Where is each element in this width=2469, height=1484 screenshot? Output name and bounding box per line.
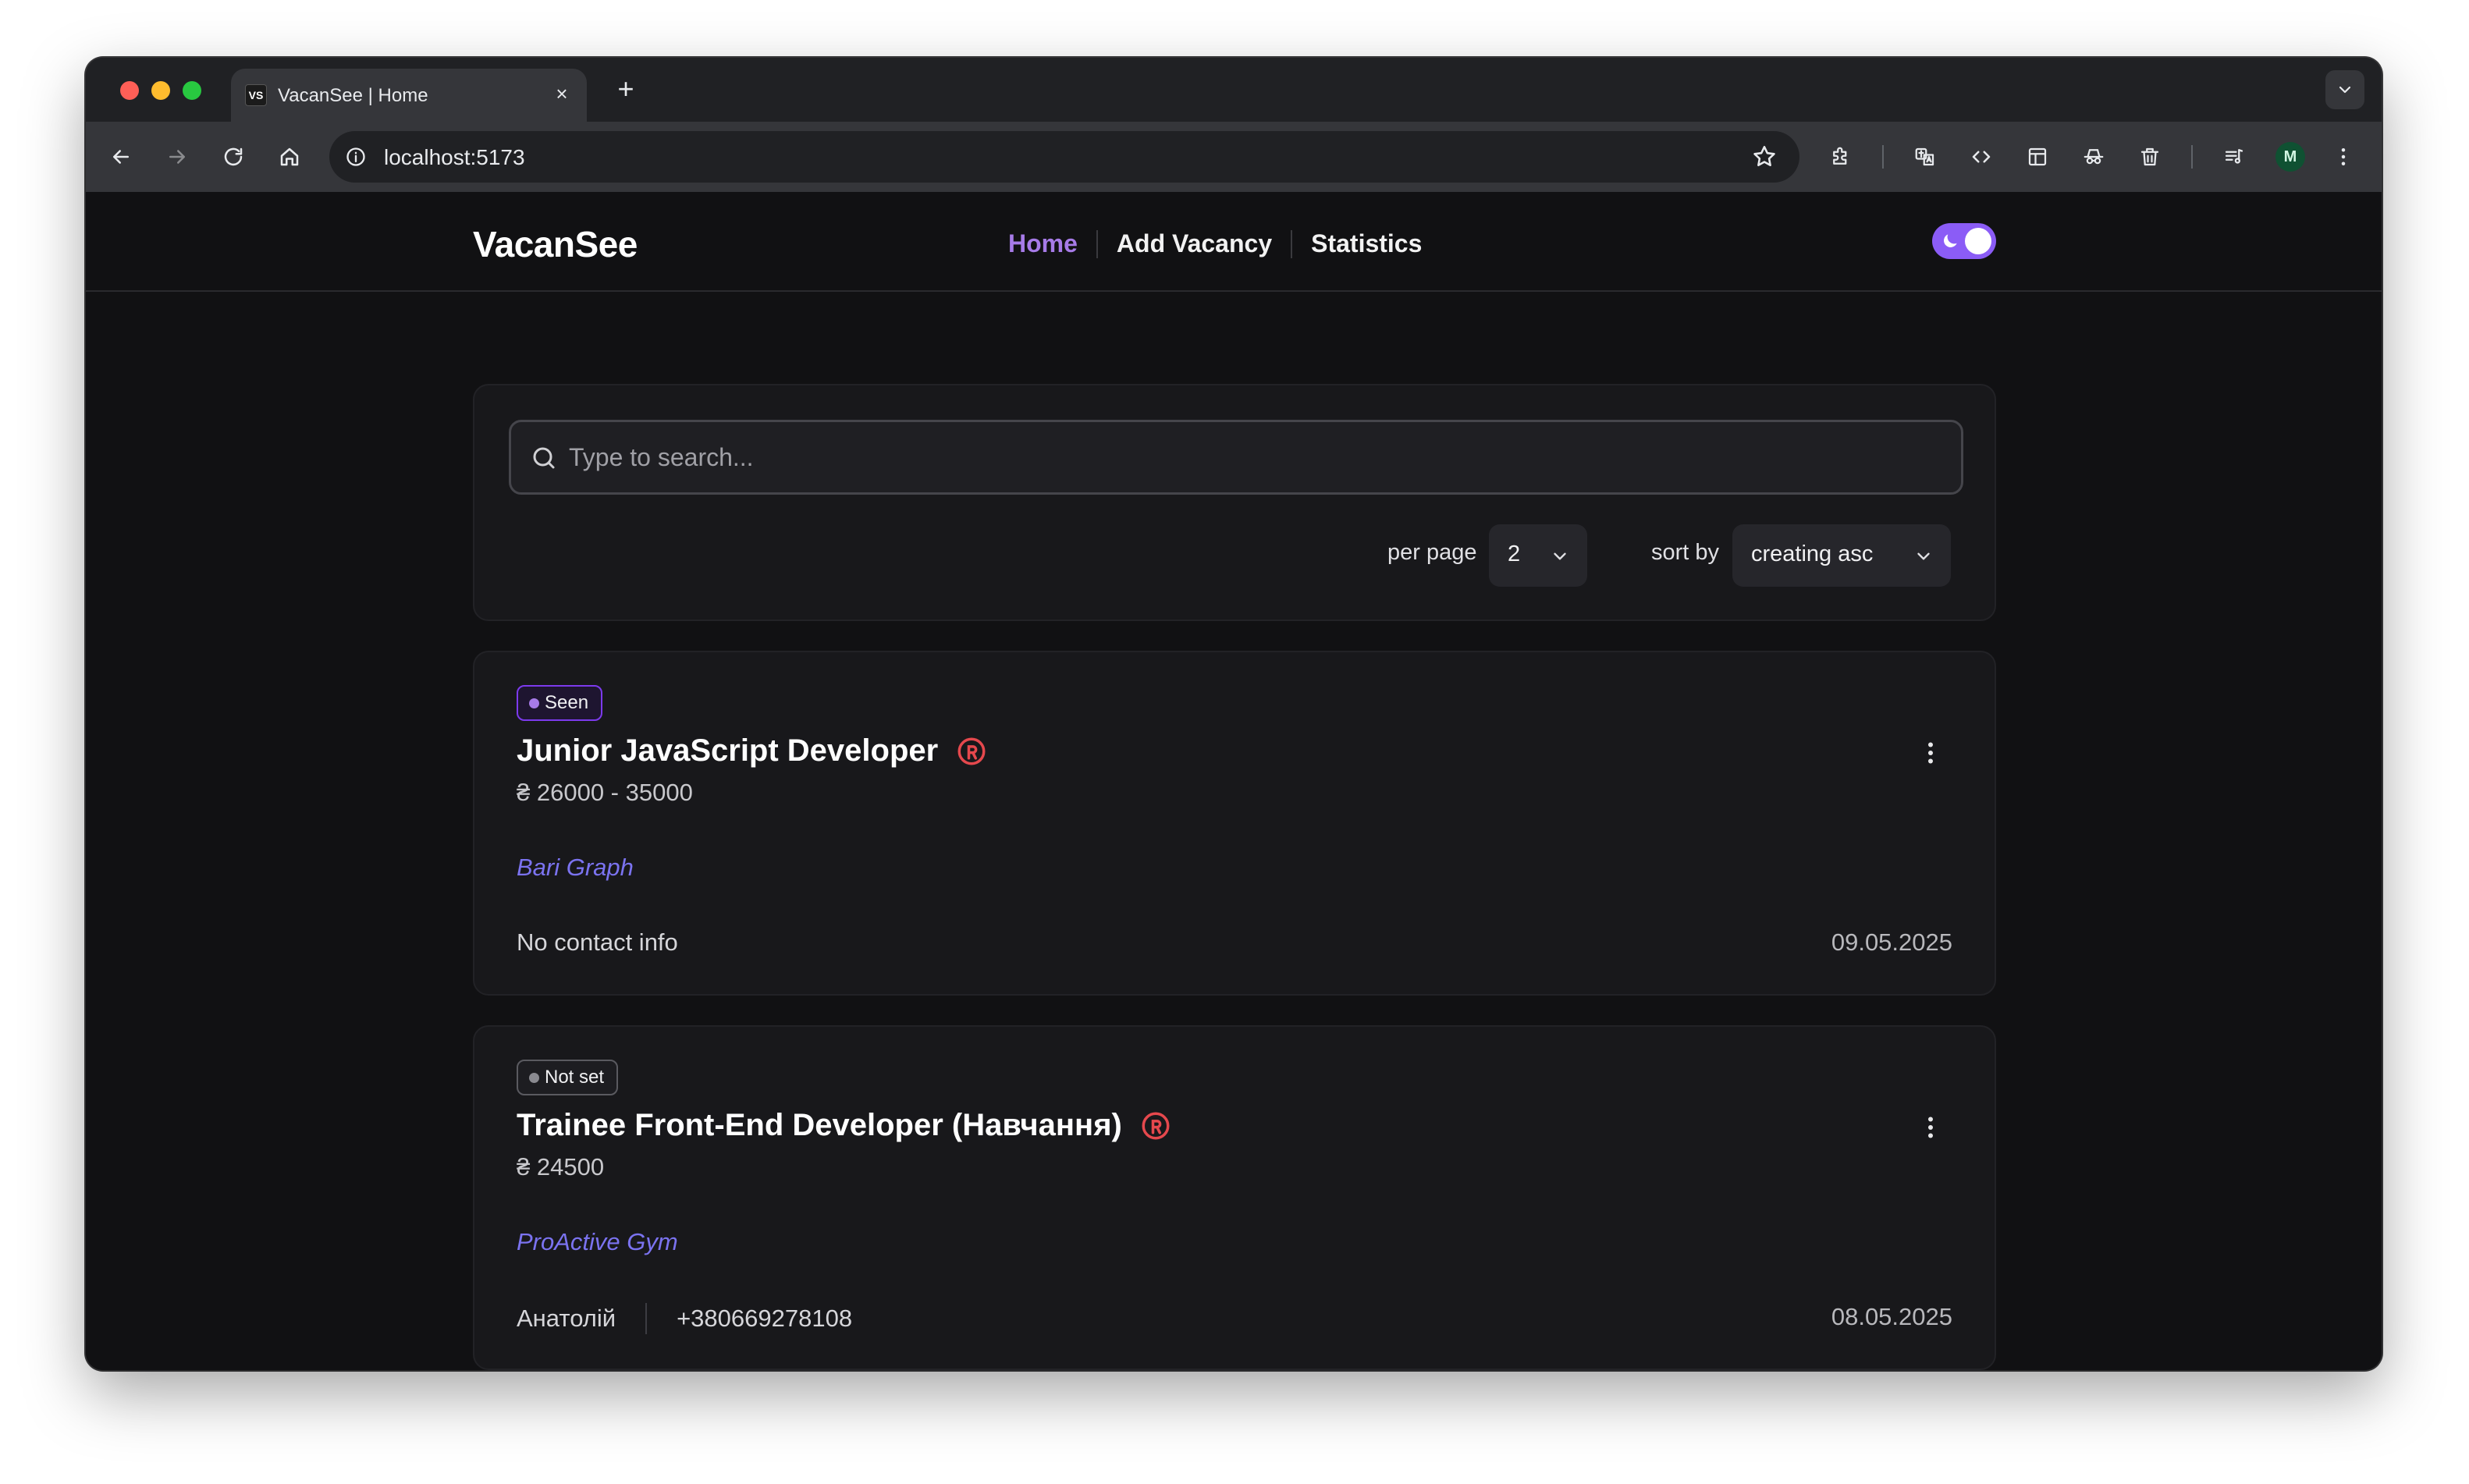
nav-home[interactable]: Home: [989, 229, 1096, 258]
vacancy-card[interactable]: Seen Junior JavaScript Developer ₴ 26000…: [473, 651, 1996, 996]
chevron-down-icon: [2339, 86, 2351, 94]
extensions-button[interactable]: [1823, 139, 1859, 175]
code-icon: [1972, 151, 1991, 163]
more-vertical-icon[interactable]: [1917, 1111, 1945, 1144]
reload-icon: [224, 147, 243, 166]
playlist-icon: [2225, 149, 2243, 164]
home-button[interactable]: [272, 139, 307, 175]
address-bar[interactable]: localhost:5173: [329, 131, 1799, 183]
puzzle-icon: [1833, 147, 1847, 165]
vacancy-salary: ₴ 24500: [517, 1153, 605, 1180]
browser-tab[interactable]: VS VacanSee | Home ×: [231, 69, 587, 122]
brand-logo[interactable]: VacanSee: [473, 223, 638, 265]
sort-select[interactable]: creating asc: [1732, 524, 1951, 587]
search-box: [509, 420, 1963, 495]
translate-icon: [1915, 147, 1934, 166]
toolbar-divider: [1882, 145, 1884, 169]
close-window-button[interactable]: [120, 81, 139, 100]
more-vertical-icon[interactable]: [1917, 737, 1945, 769]
per-page-value: 2: [1508, 541, 1521, 566]
vacancy-title-text[interactable]: Trainee Front-End Developer (Навчання): [517, 1108, 1122, 1143]
sort-value: creating asc: [1751, 541, 1874, 566]
devtools-button[interactable]: [1963, 139, 1999, 175]
contact-divider: [645, 1303, 648, 1334]
vacancy-card[interactable]: Not set Trainee Front-End Developer (Нав…: [473, 1025, 1996, 1370]
vacancy-salary: ₴ 26000 - 35000: [517, 779, 693, 806]
search-input[interactable]: [569, 422, 1942, 492]
arrow-right-icon: [169, 150, 185, 164]
nav-statistics[interactable]: Statistics: [1292, 229, 1441, 258]
contact-name: Анатолій: [517, 1305, 616, 1332]
profile-avatar[interactable]: M: [2275, 142, 2305, 172]
new-tab-button[interactable]: +: [610, 73, 641, 105]
tab-strip: VS VacanSee | Home × +: [86, 58, 2382, 122]
maximize-window-button[interactable]: [183, 81, 201, 100]
reload-button[interactable]: [215, 139, 251, 175]
vacancy-title: Junior JavaScript Developer: [517, 733, 988, 769]
nav-add-vacancy[interactable]: Add Vacancy: [1098, 229, 1291, 258]
browser-window: VS VacanSee | Home × + localhost:5173 M …: [86, 58, 2382, 1370]
chevron-down-icon: [1554, 552, 1566, 560]
per-page-label: per page: [1387, 540, 1477, 565]
chevron-down-icon: [1917, 552, 1930, 560]
contact-text: No contact info: [517, 928, 678, 956]
company-link[interactable]: ProActive Gym: [517, 1228, 678, 1256]
clear-data-button[interactable]: [2132, 139, 2168, 175]
home-icon: [280, 147, 299, 166]
tab-search-button[interactable]: [2325, 70, 2364, 109]
more-vertical-icon: [2341, 148, 2346, 165]
incognito-icon: [2084, 149, 2104, 165]
layout-button[interactable]: [2020, 139, 2055, 175]
status-label: Not set: [545, 1067, 605, 1088]
vacancy-title: Trainee Front-End Developer (Навчання): [517, 1108, 1172, 1143]
main-nav: Home Add Vacancy Statistics: [989, 229, 1441, 258]
contact-phone[interactable]: +380669278108: [677, 1305, 852, 1333]
per-page-select[interactable]: 2: [1489, 524, 1587, 587]
site-info-icon[interactable]: [343, 144, 368, 169]
moon-icon: [1944, 234, 1957, 247]
search-icon: [533, 447, 555, 469]
status-badge[interactable]: Not set: [517, 1060, 619, 1095]
status-dot: [529, 1073, 539, 1083]
back-button[interactable]: [103, 139, 139, 175]
theme-toggle[interactable]: [1932, 223, 1996, 259]
vacancy-date: 08.05.2025: [1831, 1303, 1952, 1330]
url-text: localhost:5173: [384, 145, 525, 169]
page-content: VacanSee Home Add Vacancy Statistics per…: [86, 192, 2382, 1370]
sort-by-label: sort by: [1651, 540, 1720, 565]
vacancy-date: 09.05.2025: [1831, 928, 1952, 956]
close-tab-icon[interactable]: ×: [549, 81, 574, 106]
tab-title: VacanSee | Home: [278, 85, 428, 106]
favicon-icon: VS: [245, 84, 267, 106]
incognito-button[interactable]: [2076, 139, 2112, 175]
contact-info: Анатолій +380669278108: [517, 1303, 852, 1334]
browser-menu-button[interactable]: [2325, 139, 2361, 175]
filter-panel: per page 2 sort by creating asc: [473, 384, 1996, 621]
toolbar-divider: [2191, 145, 2193, 169]
translate-button[interactable]: [1907, 139, 1943, 175]
layout-icon: [2028, 147, 2047, 166]
company-link[interactable]: Bari Graph: [517, 854, 634, 882]
toggle-knob: [1965, 228, 1991, 254]
site-header: VacanSee Home Add Vacancy Statistics: [86, 192, 2382, 292]
contact-info: No contact info: [517, 928, 678, 957]
registered-icon: [1142, 1112, 1170, 1139]
media-button[interactable]: [2216, 139, 2252, 175]
registered-icon: [957, 737, 986, 765]
arrow-left-icon: [113, 150, 129, 164]
forward-button[interactable]: [159, 139, 195, 175]
status-badge[interactable]: Seen: [517, 685, 603, 721]
minimize-window-button[interactable]: [151, 81, 170, 100]
status-label: Seen: [545, 692, 589, 713]
trash-icon: [2140, 147, 2159, 166]
status-dot: [529, 698, 539, 708]
bookmark-star-icon[interactable]: [1751, 144, 1778, 170]
browser-toolbar: localhost:5173 M: [86, 122, 2382, 192]
vacancy-title-text[interactable]: Junior JavaScript Developer: [517, 733, 938, 769]
